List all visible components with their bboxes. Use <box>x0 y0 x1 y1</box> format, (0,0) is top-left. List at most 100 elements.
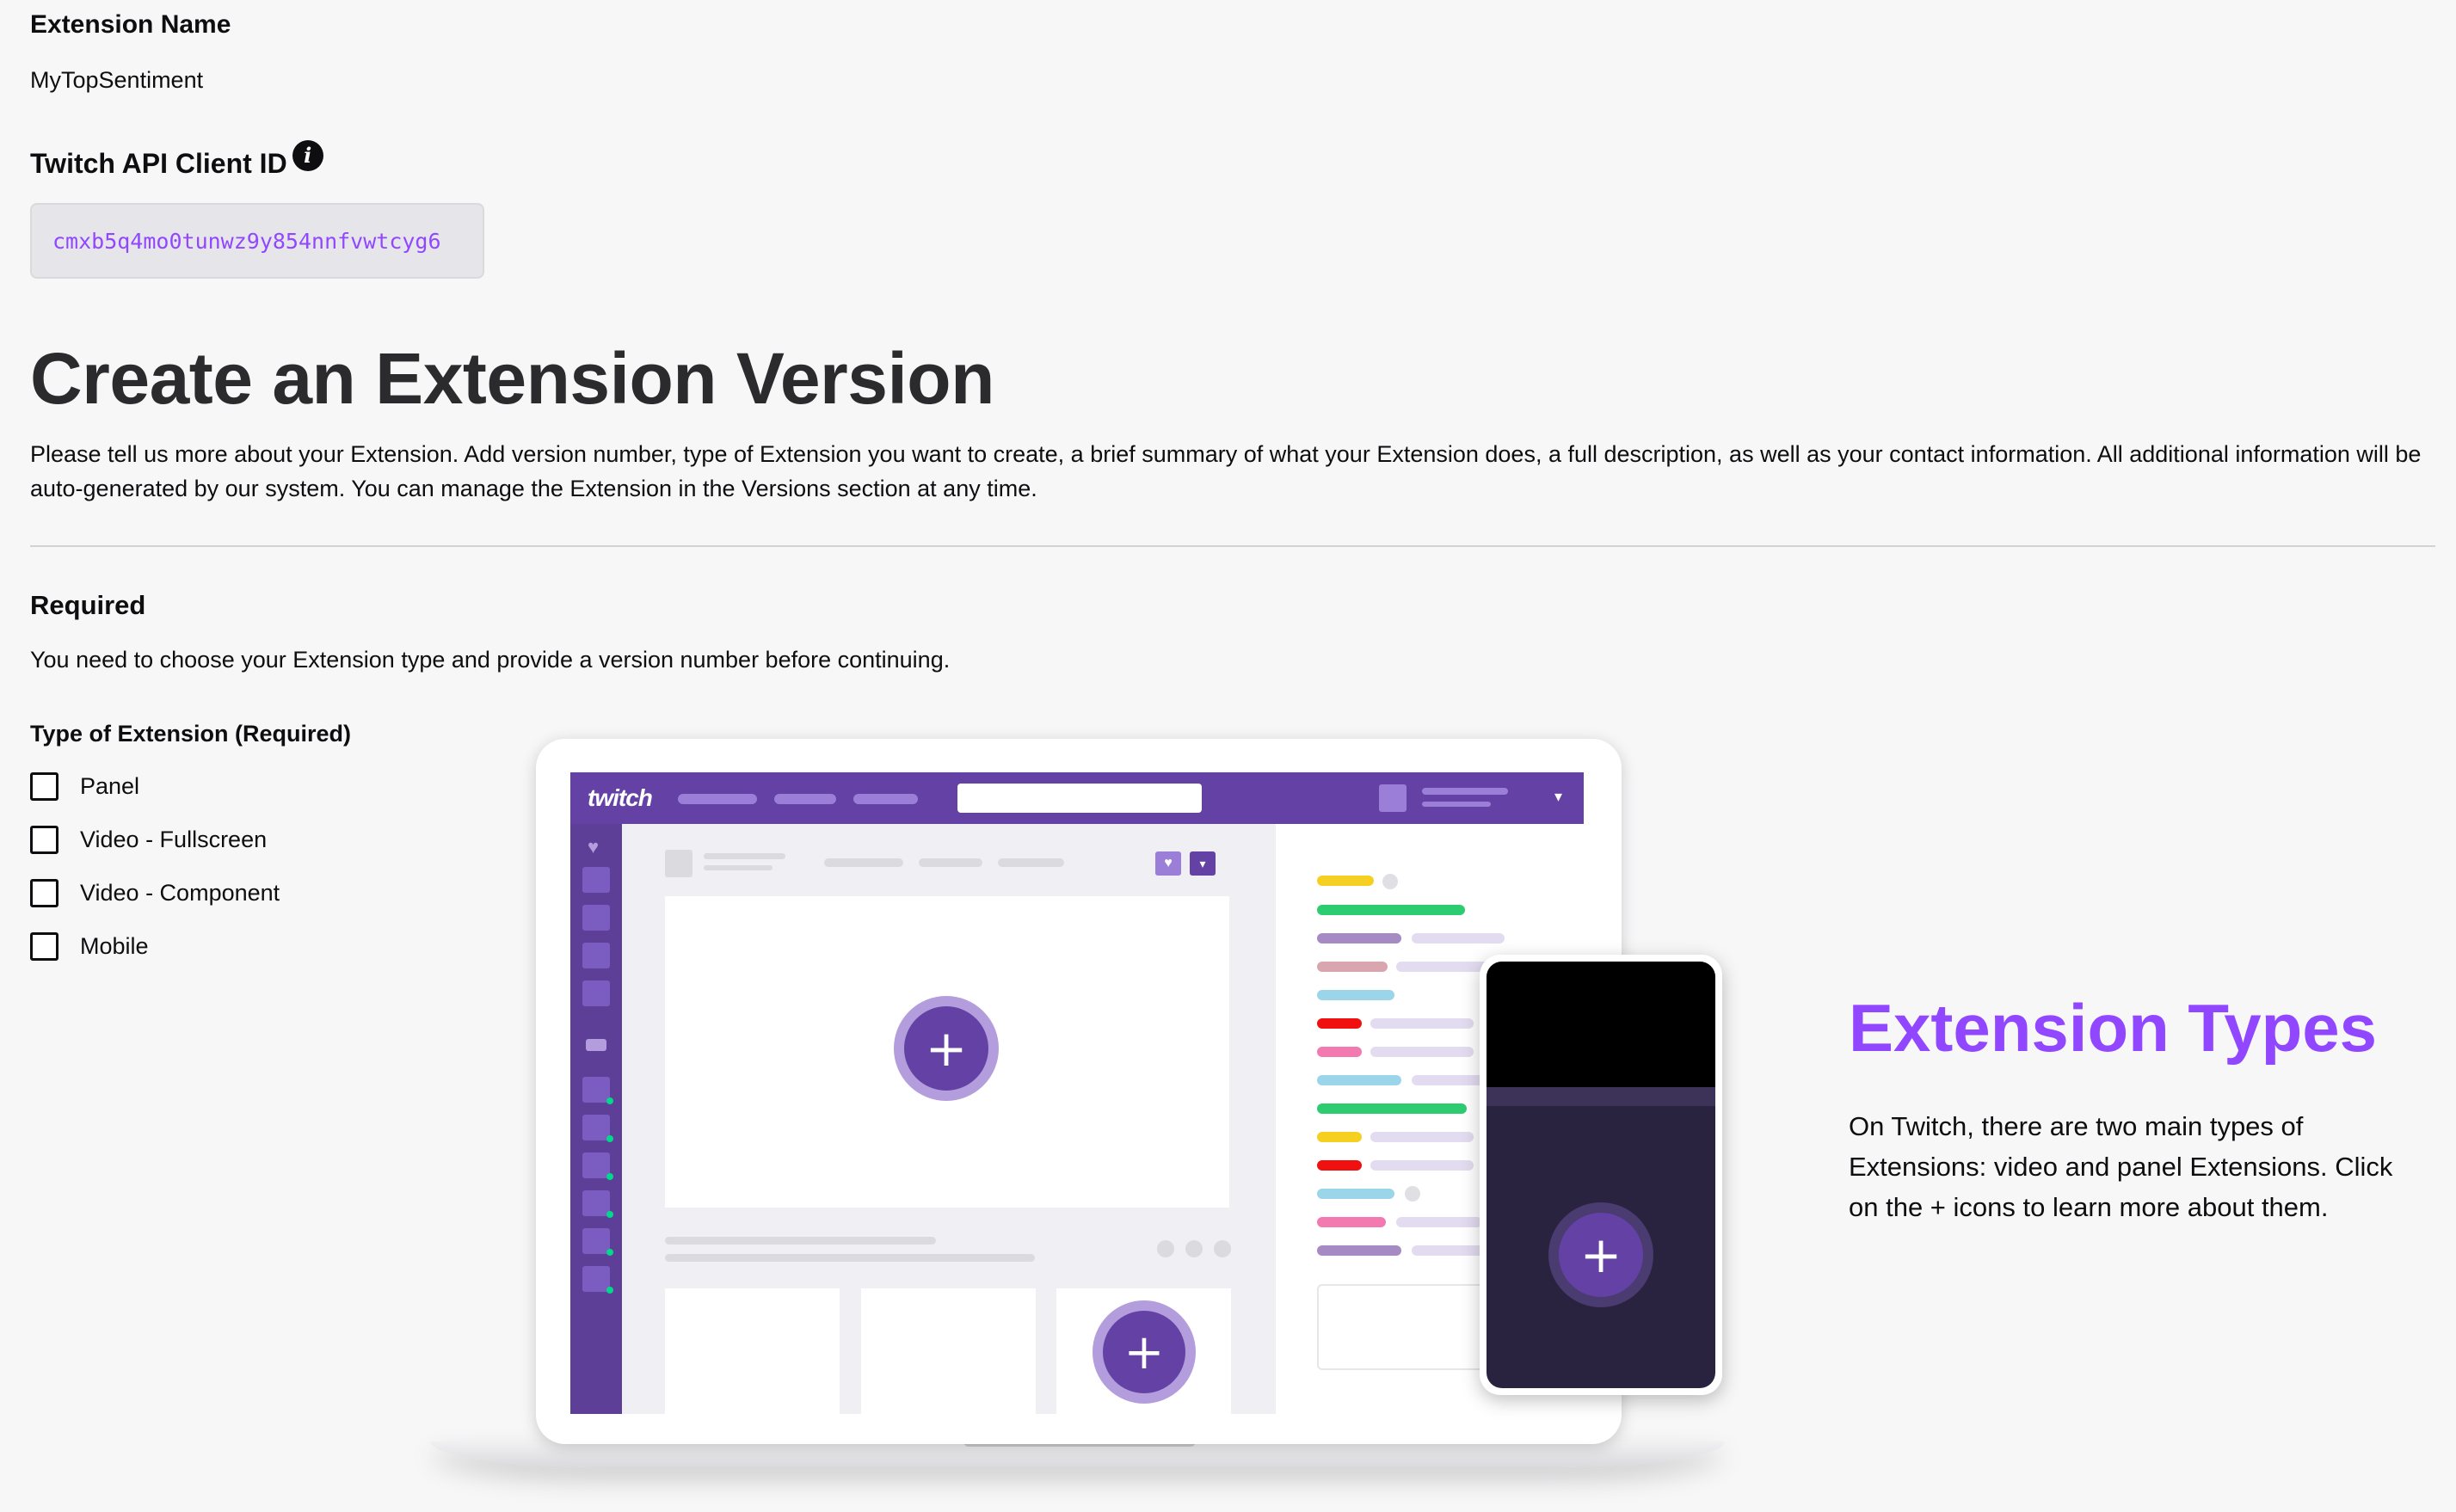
checkbox-video-component[interactable]: Video - Component <box>30 879 280 907</box>
chat-line <box>1317 1189 1394 1199</box>
chat-line <box>1412 1245 1489 1256</box>
panel-placeholder <box>861 1288 1036 1414</box>
chat-line <box>1370 1132 1474 1142</box>
extension-type-label: Type of Extension (Required) <box>30 721 352 747</box>
client-id-field[interactable]: cmxb5q4mo0tunwz9y854nnfvwtcyg6 <box>30 203 484 279</box>
chat-line <box>1317 1160 1362 1171</box>
mobile-plus-button[interactable]: + <box>1548 1202 1653 1307</box>
panel-plus-button[interactable]: + <box>1093 1300 1196 1404</box>
chat-line <box>1317 1103 1467 1114</box>
sidebar-square <box>582 1115 610 1140</box>
topbar-user-pill <box>1422 802 1491 807</box>
chat-line <box>1317 876 1374 886</box>
chat-line <box>1317 1245 1401 1256</box>
chat-line <box>1317 905 1465 915</box>
extension-types-title: Extension Types <box>1849 990 2378 1066</box>
topbar-nav-pill <box>678 794 757 804</box>
twitch-main-area: ♥ ▾ + + <box>622 824 1276 1414</box>
sidebar-square <box>582 905 610 931</box>
online-dot <box>606 1173 613 1180</box>
online-dot <box>606 1249 613 1256</box>
twitch-topbar: twitch ▾ <box>570 772 1584 824</box>
online-dot <box>606 1287 613 1294</box>
checkbox-panel[interactable]: Panel <box>30 772 139 801</box>
sidebar-square <box>582 1077 610 1103</box>
chat-line <box>1412 933 1505 943</box>
checkbox-label: Mobile <box>80 933 149 959</box>
chat-line <box>1396 962 1491 972</box>
checkbox-mobile[interactable]: Mobile <box>30 932 149 961</box>
extension-name-label: Extension Name <box>30 10 231 39</box>
topbar-avatar <box>1379 784 1407 812</box>
channel-avatar <box>665 850 692 877</box>
chat-line <box>1317 1018 1362 1029</box>
sidebar-square <box>582 867 610 893</box>
checkbox-label: Panel <box>80 773 140 799</box>
extension-version-page: Extension Name MyTopSentiment Twitch API… <box>0 0 2456 1512</box>
laptop-screen: twitch ▾ ♥ ♥ ▾ + + <box>570 772 1584 1414</box>
chat-line <box>1370 1018 1474 1029</box>
required-heading: Required <box>30 590 146 620</box>
sidebar-square <box>582 1152 610 1178</box>
chat-line <box>1317 962 1388 972</box>
info-icon[interactable]: i <box>292 139 323 171</box>
chat-line <box>1370 1047 1474 1057</box>
chevron-down-icon: ▾ <box>1190 851 1216 876</box>
placeholder-line <box>665 1237 936 1245</box>
video-plus-button[interactable]: + <box>894 996 999 1101</box>
chat-line <box>1370 1160 1474 1171</box>
dot-indicator <box>1214 1240 1231 1257</box>
panel-placeholder <box>665 1288 840 1414</box>
placeholder-line <box>665 1254 1035 1262</box>
section-divider <box>30 545 2435 547</box>
online-dot <box>606 1211 613 1218</box>
sidebar-square <box>582 943 610 968</box>
checkbox-label: Video - Component <box>80 880 280 906</box>
chat-line <box>1317 990 1394 1000</box>
heart-icon: ♥ <box>588 836 600 857</box>
phone-video-area <box>1487 962 1715 1087</box>
extension-name-value: MyTopSentiment <box>30 67 204 93</box>
follow-heart-icon: ♥ <box>1155 851 1181 876</box>
extension-types-description: On Twitch, there are two main types of E… <box>1849 1111 2393 1222</box>
online-dot <box>606 1135 613 1142</box>
chat-line <box>1317 1217 1386 1227</box>
chat-line <box>1412 1075 1489 1085</box>
checkbox-box[interactable] <box>30 879 58 907</box>
chat-line <box>1317 1132 1362 1142</box>
checkbox-box[interactable] <box>30 826 58 854</box>
sidebar-square <box>582 1228 610 1254</box>
sidebar-square <box>582 1190 610 1216</box>
chat-line <box>1317 1047 1362 1057</box>
intro-text: Please tell us more about your Extension… <box>30 441 2422 501</box>
dot-indicator <box>1157 1240 1174 1257</box>
topbar-user-pill <box>1422 788 1508 795</box>
chat-line <box>1317 933 1401 943</box>
placeholder-line <box>704 865 773 870</box>
chevron-down-icon: ▾ <box>1554 788 1563 805</box>
placeholder-line <box>824 858 903 867</box>
sidebar-square <box>582 980 610 1006</box>
phone-band <box>1487 1087 1715 1106</box>
chat-dot <box>1405 1186 1420 1202</box>
twitch-logo: twitch <box>588 784 653 811</box>
twitch-sidebar: ♥ <box>570 824 622 1414</box>
chat-line <box>1317 1075 1401 1085</box>
client-id-label: Twitch API Client ID i <box>30 139 323 180</box>
phone-screen: + <box>1487 962 1715 1388</box>
required-description: You need to choose your Extension type a… <box>30 647 951 673</box>
online-dot <box>606 1097 613 1104</box>
placeholder-line <box>998 858 1064 867</box>
checkbox-label: Video - Fullscreen <box>80 827 268 852</box>
checkbox-video-fullscreen[interactable]: Video - Fullscreen <box>30 826 267 854</box>
topbar-nav-pill <box>774 794 836 804</box>
chat-dot <box>1382 874 1398 889</box>
placeholder-line <box>704 853 785 859</box>
page-title: Create an Extension Version <box>30 338 994 419</box>
topbar-search <box>957 784 1202 813</box>
checkbox-box[interactable] <box>30 772 58 801</box>
dot-indicator <box>1185 1240 1203 1257</box>
camera-icon <box>586 1039 606 1051</box>
checkbox-box[interactable] <box>30 932 58 961</box>
sidebar-square <box>582 1266 610 1292</box>
